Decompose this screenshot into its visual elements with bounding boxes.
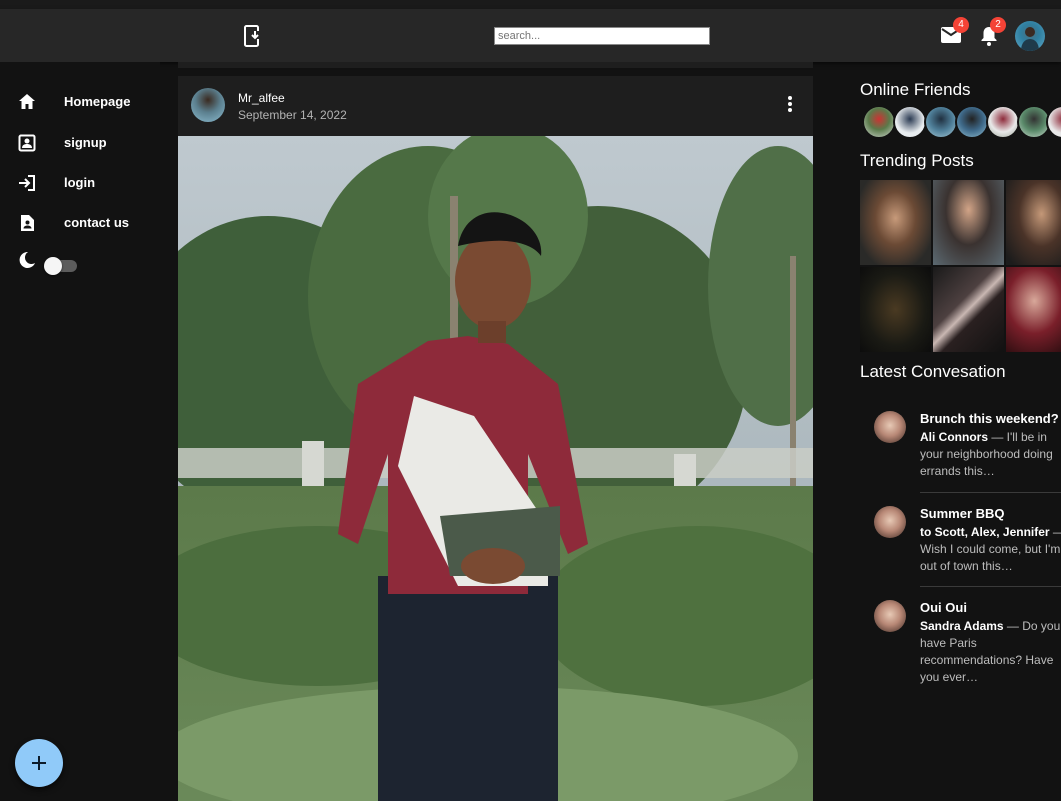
app-bar: 4 2 xyxy=(0,9,1061,62)
conversation-sender: Sandra Adams xyxy=(920,619,1004,633)
trending-posts-title: Trending Posts xyxy=(860,151,974,170)
post-card: Mr_alfee September 14, 2022 xyxy=(178,76,813,801)
conversation-title: Brunch this weekend? xyxy=(920,411,1059,426)
account-box-icon xyxy=(18,134,36,152)
conversation-preview: Ali Connors — I'll be in your neighborho… xyxy=(920,429,1061,480)
conversation-sender: to Scott, Alex, Jennifer xyxy=(920,525,1050,539)
post-username[interactable]: Mr_alfee xyxy=(238,91,285,105)
conversation-preview: to Scott, Alex, Jennifer — Wish I could … xyxy=(920,524,1061,575)
trending-post-thumbnail[interactable] xyxy=(860,267,931,352)
online-friends-list xyxy=(862,105,1061,139)
conversation-title: Oui Oui xyxy=(920,600,967,615)
friend-avatar[interactable] xyxy=(924,105,958,139)
trending-post-thumbnail[interactable] xyxy=(933,180,1004,265)
trending-post-thumbnail[interactable] xyxy=(1006,180,1061,265)
sidebar-item-label: contact us xyxy=(64,215,130,230)
search-input[interactable] xyxy=(494,27,710,45)
feed: Mr_alfee September 14, 2022 xyxy=(178,62,813,801)
top-strip xyxy=(0,0,1061,9)
sidebar-item-homepage[interactable]: Homepage xyxy=(0,82,160,122)
plus-icon xyxy=(32,756,46,770)
install-app-icon[interactable] xyxy=(243,25,263,47)
online-friends-title: Online Friends xyxy=(860,80,971,99)
user-avatar[interactable] xyxy=(1015,21,1045,51)
post-image xyxy=(178,136,813,801)
add-post-button[interactable] xyxy=(15,739,63,787)
mail-badge: 4 xyxy=(953,17,969,33)
contact-page-icon xyxy=(21,215,34,231)
friend-avatar[interactable] xyxy=(986,105,1020,139)
more-options-icon[interactable] xyxy=(782,94,798,114)
friend-avatar[interactable] xyxy=(955,105,989,139)
sidebar-item-label: signup xyxy=(64,135,107,150)
sidebar: Homepage signup login contact us xyxy=(0,62,160,801)
previous-post-card xyxy=(178,62,813,68)
notification-badge: 2 xyxy=(990,17,1006,33)
trending-post-thumbnail[interactable] xyxy=(1006,267,1061,352)
post-date: September 14, 2022 xyxy=(238,108,347,122)
sidebar-item-label: Homepage xyxy=(64,94,131,109)
toggle-thumb[interactable] xyxy=(44,257,62,275)
trending-post-thumbnail[interactable] xyxy=(860,180,931,265)
moon-icon xyxy=(19,251,35,268)
sidebar-item-login[interactable]: login xyxy=(0,163,160,203)
friend-avatar[interactable] xyxy=(893,105,927,139)
conversation-avatar xyxy=(874,600,906,632)
conversation-avatar xyxy=(874,506,906,538)
conversation-preview: Sandra Adams — Do you have Paris recomme… xyxy=(920,618,1061,686)
sidebar-item-signup[interactable]: signup xyxy=(0,123,160,163)
home-icon xyxy=(19,94,35,109)
right-panel: Online Friends Trending Posts Latest Con… xyxy=(860,62,1061,801)
conversation-title: Summer BBQ xyxy=(920,506,1005,521)
divider xyxy=(920,492,1061,493)
latest-conversation-title: Latest Convesation xyxy=(860,362,1006,381)
conversation-sender: Ali Connors xyxy=(920,430,988,444)
divider xyxy=(920,586,1061,587)
friend-avatar[interactable] xyxy=(862,105,896,139)
sidebar-item-contact-us[interactable]: contact us xyxy=(0,203,160,243)
trending-post-thumbnail[interactable] xyxy=(933,267,1004,352)
trending-posts-grid xyxy=(860,180,1061,352)
sidebar-item-label: login xyxy=(64,175,96,190)
conversation-avatar xyxy=(874,411,906,443)
friend-avatar[interactable] xyxy=(1046,105,1061,139)
login-icon xyxy=(19,175,35,191)
post-author-avatar[interactable] xyxy=(191,88,225,122)
